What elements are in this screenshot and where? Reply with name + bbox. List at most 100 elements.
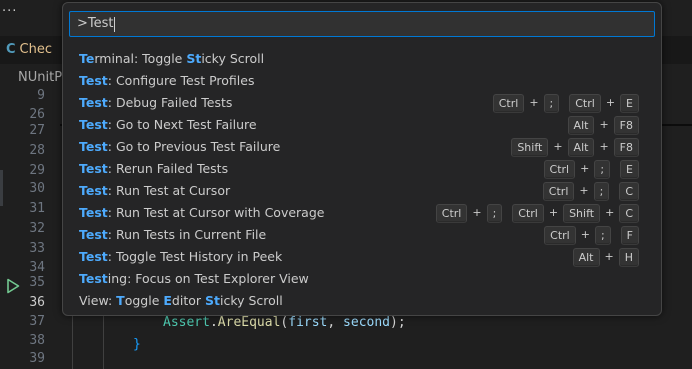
key-plus: + [599, 118, 609, 131]
keycap: ; [543, 93, 560, 113]
command-label-text: : Run Test at Cursor with Coverage [107, 205, 325, 220]
command-item[interactable]: Test: Configure Test Profiles [63, 70, 661, 92]
keycap: Ctrl [512, 203, 544, 223]
command-label-text: ing: Focus on Test Explorer View [107, 271, 309, 286]
command-label-text: : Rerun Failed Tests [107, 161, 229, 176]
command-label: Testing: Focus on Test Explorer View [79, 271, 309, 286]
keycap: E [620, 159, 639, 179]
line-number: 31 [29, 201, 45, 216]
line-number: 27 [29, 123, 45, 138]
command-label-text: : Debug Failed Tests [107, 95, 233, 110]
keycap: Ctrl [492, 93, 525, 113]
command-label: Test: Toggle Test History in Peek [79, 249, 282, 264]
key-plus: + [553, 140, 563, 153]
command-label-match: St [204, 293, 220, 308]
command-label: Test: Configure Test Profiles [79, 73, 254, 88]
command-label-match: Test [79, 227, 108, 242]
command-item[interactable]: Test: Run Test at Cursor with Coverage Ct… [63, 202, 661, 224]
key-plus: + [529, 96, 539, 109]
keybinding: Ctrl +; F [544, 224, 639, 246]
key-plus: + [548, 206, 559, 219]
command-label-text: icky Scroll [201, 51, 265, 66]
command-palette-input[interactable]: >Test [69, 11, 655, 37]
command-label-match: Test [79, 117, 108, 132]
keybinding: Ctrl +; Ctrl + Shift + C [435, 202, 639, 224]
command-label-match: Test [79, 139, 108, 154]
keycap: Ctrl [569, 93, 601, 113]
command-label-text: : Configure Test Profiles [107, 73, 255, 88]
key-plus: + [605, 96, 616, 109]
command-item[interactable]: Test: Rerun Failed Tests Ctrl +; E [63, 158, 661, 180]
code-token: . [209, 315, 218, 330]
run-test-icon[interactable] [6, 278, 20, 294]
command-item[interactable]: Test: Go to Previous Test Failure Shift + A… [63, 136, 661, 158]
command-label-text: : Toggle Test History in Peek [107, 249, 283, 264]
command-label-match: Te [79, 51, 95, 66]
key-plus: + [605, 206, 615, 219]
command-label-match: Test [79, 271, 108, 286]
keycap: Ctrl [435, 203, 468, 223]
command-label-text: : Go to Previous Test Failure [107, 139, 281, 154]
line-number-gutter: 9 26 27 28 29 30 31 32 33 34 35 36 37 38 39 [0, 0, 60, 369]
command-palette: >Test Terminal: Toggle Sticky Scroll Test… [62, 2, 662, 316]
command-label-match: St [186, 51, 202, 66]
key-plus: + [472, 206, 482, 219]
keycap: ; [486, 203, 503, 223]
key-plus: + [599, 140, 609, 153]
code-token: ); [390, 315, 406, 330]
command-label-match: Test [79, 95, 108, 110]
command-label-match: E [163, 293, 172, 308]
code-token: first [288, 315, 328, 330]
code-token: second [343, 315, 391, 330]
code-token: , [327, 315, 344, 330]
line-number: 30 [29, 181, 45, 196]
keycap: E [620, 93, 639, 113]
command-label-match: T [116, 293, 125, 308]
command-label-match: Test [79, 249, 108, 264]
command-label-text: : Run Test at Cursor [107, 183, 231, 198]
key-plus: + [580, 162, 590, 175]
command-label: Test: Run Tests in Current File [79, 227, 266, 242]
command-item[interactable]: Terminal: Toggle Sticky Scroll [63, 48, 661, 70]
keycap: F [620, 225, 639, 245]
keycap: Alt [567, 115, 595, 135]
code-token: } [133, 337, 141, 352]
command-label: Test: Go to Next Test Failure [79, 117, 257, 132]
command-label-text: oggle [124, 293, 164, 308]
line-number: 39 [29, 351, 45, 366]
code-line-brace[interactable]: } [133, 334, 141, 356]
keycap: C [619, 181, 639, 201]
line-number: 33 [29, 241, 45, 256]
command-item[interactable]: Test: Debug Failed Tests Ctrl +; Ctrl + E [63, 92, 661, 114]
command-item[interactable]: Test: Run Tests in Current File Ctrl +; F [63, 224, 661, 246]
keybinding: Ctrl +; E [543, 158, 639, 180]
key-plus: + [580, 228, 590, 241]
keycap: Ctrl [544, 225, 576, 245]
keycap: ; [594, 225, 611, 245]
keybinding: Shift + Alt + F8 [511, 136, 639, 158]
command-label-match: Test [79, 73, 108, 88]
command-item[interactable]: View: Toggle Editor Sticky Scroll [63, 290, 661, 312]
command-palette-input-value[interactable]: >Test [77, 16, 114, 31]
command-label-text: : Go to Next Test Failure [107, 117, 257, 132]
keybinding: Alt + F8 [567, 114, 639, 136]
scroll-indicator [0, 170, 3, 206]
keycap: Shift [563, 203, 601, 223]
text-caret [114, 17, 115, 32]
keycap: Alt [567, 137, 595, 157]
line-number: 36 [29, 295, 45, 310]
command-label: Test: Debug Failed Tests [79, 95, 232, 110]
command-label: Test: Go to Previous Test Failure [79, 139, 280, 154]
command-label-text: : Run Tests in Current File [107, 227, 267, 242]
command-label-match: Test [79, 161, 108, 176]
line-number: 37 [29, 314, 45, 329]
command-item[interactable]: Test: Run Test at Cursor Ctrl +; C [63, 180, 661, 202]
keycap: F8 [613, 115, 639, 135]
command-item[interactable]: Testing: Focus on Test Explorer View [63, 268, 661, 290]
command-item[interactable]: Test: Toggle Test History in Peek Alt + H [63, 246, 661, 268]
command-label-match: Test [79, 205, 108, 220]
keycap: F8 [613, 137, 639, 157]
line-number: 29 [29, 163, 45, 178]
line-number: 32 [29, 221, 45, 236]
command-item[interactable]: Test: Go to Next Test Failure Alt + F8 [63, 114, 661, 136]
